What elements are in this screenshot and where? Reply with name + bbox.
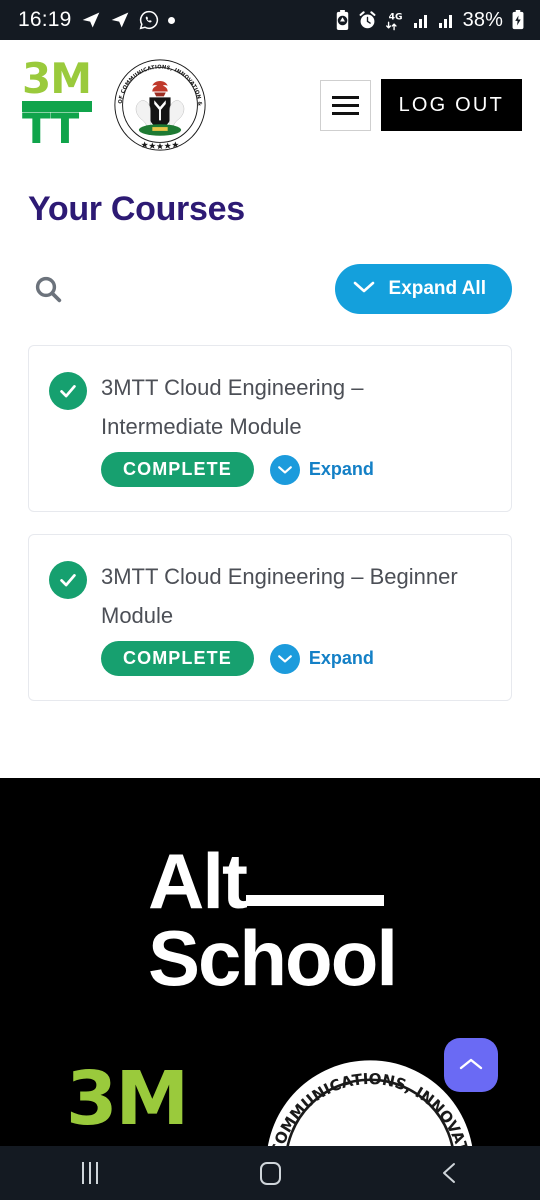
- course-title: 3MTT Cloud Engineering – Beginner Module: [101, 564, 458, 628]
- status-bar: 16:19 4G 38%: [0, 0, 540, 40]
- whatsapp-icon: [139, 10, 159, 30]
- search-icon[interactable]: [28, 269, 68, 309]
- recents-icon[interactable]: [45, 1146, 135, 1200]
- logo-3mtt-top: 3M: [22, 54, 92, 103]
- battery-percent: 38%: [462, 8, 503, 31]
- main-content: Your Courses Expand All 3MTT Cloud Engin…: [0, 190, 540, 701]
- course-card-footer: COMPLETE Expand: [101, 641, 491, 676]
- battery-saver-icon: [334, 9, 351, 31]
- chevron-down-icon: [353, 278, 375, 300]
- expand-all-label: Expand All: [388, 278, 486, 299]
- phone-screen: 16:19 4G 38% 3M TT OF COMMUNICATIONS, IN…: [0, 0, 540, 1200]
- course-card[interactable]: 3MTT Cloud Engineering – Intermediate Mo…: [28, 345, 512, 512]
- home-icon[interactable]: [225, 1146, 315, 1200]
- hamburger-icon[interactable]: [319, 79, 371, 131]
- check-circle-icon: [49, 372, 87, 410]
- alarm-icon: [358, 10, 377, 30]
- check-circle-icon: [49, 561, 87, 599]
- header-actions: LOG OUT: [319, 79, 522, 131]
- site-header: 3M TT FEDERAL MINISTRY OF COMMUNICATIONS…: [0, 40, 540, 170]
- footer-logo-3m: 3M: [66, 1056, 189, 1142]
- logout-button[interactable]: LOG OUT: [380, 79, 522, 131]
- course-card[interactable]: 3MTT Cloud Engineering – Beginner Module…: [28, 534, 512, 701]
- status-badge: COMPLETE: [101, 452, 254, 487]
- logo-3mtt[interactable]: 3M TT: [22, 54, 94, 153]
- courses-toolbar: Expand All: [28, 261, 512, 317]
- telegram-icon: [81, 10, 101, 30]
- home-glyph: [259, 1161, 281, 1185]
- hamburger-line: [331, 95, 359, 99]
- status-time: 16:19: [18, 8, 72, 31]
- course-list: 3MTT Cloud Engineering – Intermediate Mo…: [28, 345, 512, 701]
- signal-bars-icon: [438, 11, 456, 29]
- altschool-line1: Alt: [148, 837, 248, 925]
- hamburger-line: [331, 111, 359, 115]
- recents-glyph: [82, 1162, 98, 1184]
- expand-label: Expand: [308, 459, 374, 479]
- expand-all-button[interactable]: Expand All: [334, 264, 512, 314]
- altschool-logo-row: Alt: [148, 837, 396, 925]
- expand-button[interactable]: Expand: [269, 454, 374, 485]
- android-nav-bar: [0, 1146, 540, 1200]
- svg-text:4G: 4G: [388, 11, 402, 22]
- altschool-line2: School: [148, 914, 398, 1002]
- telegram-icon: [110, 10, 130, 30]
- status-bar-left: 16:19: [18, 8, 175, 32]
- brand-logos: 3M TT FEDERAL MINISTRY OF COMMUNICATIONS…: [22, 53, 208, 153]
- chevron-down-icon: [269, 454, 300, 485]
- chevron-down-icon: [269, 643, 300, 674]
- dot-icon: [167, 16, 175, 24]
- chevron-up-icon: [457, 1055, 485, 1076]
- network-4g-icon: 4G: [384, 10, 406, 31]
- battery-icon: [510, 10, 526, 30]
- ministry-seal-icon: FEDERAL MINISTRY OF COMMUNICATIONS, INNO…: [109, 53, 208, 153]
- course-title: 3MTT Cloud Engineering – Intermediate Mo…: [101, 375, 364, 439]
- course-card-footer: COMPLETE Expand: [101, 452, 491, 487]
- expand-label: Expand: [308, 648, 374, 668]
- expand-button[interactable]: Expand: [269, 643, 374, 674]
- logo-3mtt-bottom: TT: [22, 104, 79, 153]
- status-badge: COMPLETE: [101, 641, 254, 676]
- course-card-body: 3MTT Cloud Engineering – Intermediate Mo…: [101, 368, 491, 487]
- altschool-dash: [245, 895, 384, 906]
- back-chevron-icon[interactable]: [405, 1146, 495, 1200]
- status-bar-right: 4G 38%: [334, 9, 526, 32]
- course-card-body: 3MTT Cloud Engineering – Beginner Module…: [101, 557, 491, 676]
- hamburger-line: [331, 103, 359, 107]
- altschool-logo: Alt School: [148, 837, 398, 1002]
- scroll-to-top-button[interactable]: [444, 1038, 498, 1092]
- signal-bars-icon: [413, 11, 431, 29]
- page-title: Your Courses: [28, 190, 245, 228]
